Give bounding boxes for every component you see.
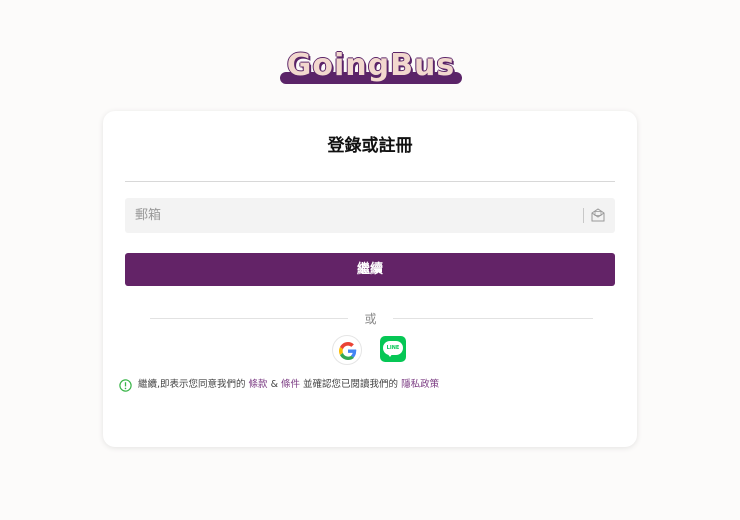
info-icon bbox=[119, 379, 132, 392]
field-separator bbox=[583, 208, 584, 223]
google-icon bbox=[339, 342, 357, 360]
or-divider-left bbox=[150, 318, 348, 319]
title-divider bbox=[125, 181, 615, 182]
terms-notice: 繼續,即表示您同意我們的 條款 & 條件 並確認您已閱讀我們的 隱私政策 bbox=[119, 378, 629, 392]
privacy-policy-link[interactable]: 隱私政策 bbox=[401, 379, 439, 390]
or-divider-right bbox=[393, 318, 593, 319]
line-login-button[interactable]: LINE bbox=[380, 336, 406, 362]
or-divider-label: 或 bbox=[364, 312, 377, 326]
conditions-link[interactable]: 條件 bbox=[281, 379, 300, 390]
line-icon-tail bbox=[387, 353, 393, 357]
terms-amp: & bbox=[267, 379, 282, 390]
line-icon-label: LINE bbox=[386, 345, 400, 351]
email-field-container bbox=[125, 198, 615, 233]
goingbus-logo[interactable]: GoingBus bbox=[280, 48, 462, 88]
terms-middle: 並確認您已閱讀我們的 bbox=[300, 379, 402, 390]
continue-button[interactable]: 繼續 bbox=[125, 253, 615, 286]
page-title: 登錄或註冊 bbox=[327, 136, 413, 156]
terms-prefix: 繼續,即表示您同意我們的 bbox=[138, 379, 249, 390]
email-input[interactable] bbox=[125, 198, 575, 233]
mail-icon bbox=[591, 208, 605, 222]
logo-text: GoingBus bbox=[286, 48, 456, 83]
terms-text: 繼續,即表示您同意我們的 條款 & 條件 並確認您已閱讀我們的 隱私政策 bbox=[138, 378, 439, 392]
terms-link[interactable]: 條款 bbox=[249, 379, 268, 390]
google-login-button[interactable] bbox=[332, 335, 362, 365]
auth-card: 登錄或註冊 繼續 或 LINE 繼續,即表示您同意我們的 條款 bbox=[103, 111, 637, 447]
